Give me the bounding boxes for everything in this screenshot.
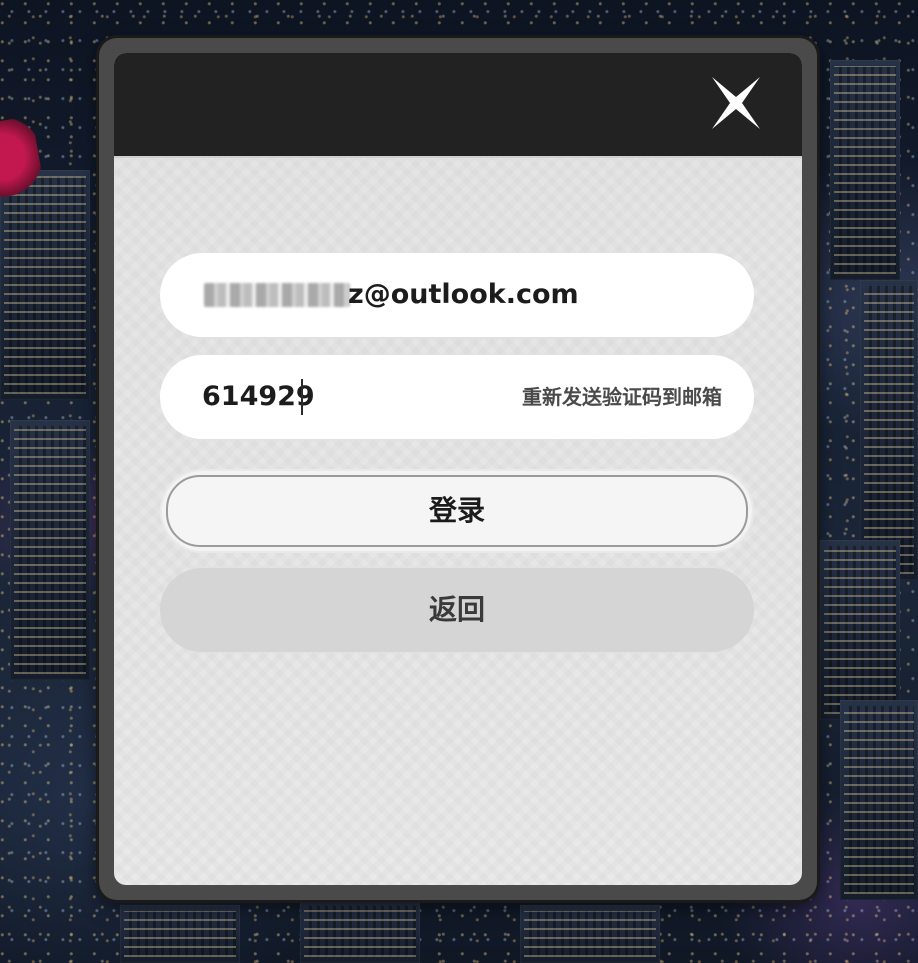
email-redacted-part: [204, 283, 350, 307]
text-caret: [301, 379, 303, 415]
game-background: z@outlook.com 614929 重新发送验证码到邮箱 登录 返回: [0, 0, 918, 963]
login-button-label: 登录: [166, 475, 748, 547]
building: [860, 280, 918, 580]
close-button[interactable]: [706, 73, 766, 133]
building: [10, 420, 90, 680]
building: [520, 905, 660, 963]
building: [820, 540, 900, 720]
building: [830, 60, 900, 280]
email-field[interactable]: z@outlook.com: [160, 253, 754, 337]
login-dialog: z@outlook.com 614929 重新发送验证码到邮箱 登录 返回: [114, 53, 802, 885]
back-button[interactable]: 返回: [160, 568, 754, 652]
resend-code-link[interactable]: 重新发送验证码到邮箱: [522, 355, 722, 439]
email-value: z@outlook.com: [348, 279, 579, 310]
verification-code-field[interactable]: 614929 重新发送验证码到邮箱: [160, 355, 754, 439]
close-icon: [712, 77, 760, 129]
verification-code-value: 614929: [202, 381, 315, 412]
dialog-header: [114, 53, 802, 158]
building: [120, 905, 240, 963]
login-button[interactable]: 登录: [160, 469, 754, 553]
building: [300, 900, 420, 963]
building: [840, 700, 918, 900]
